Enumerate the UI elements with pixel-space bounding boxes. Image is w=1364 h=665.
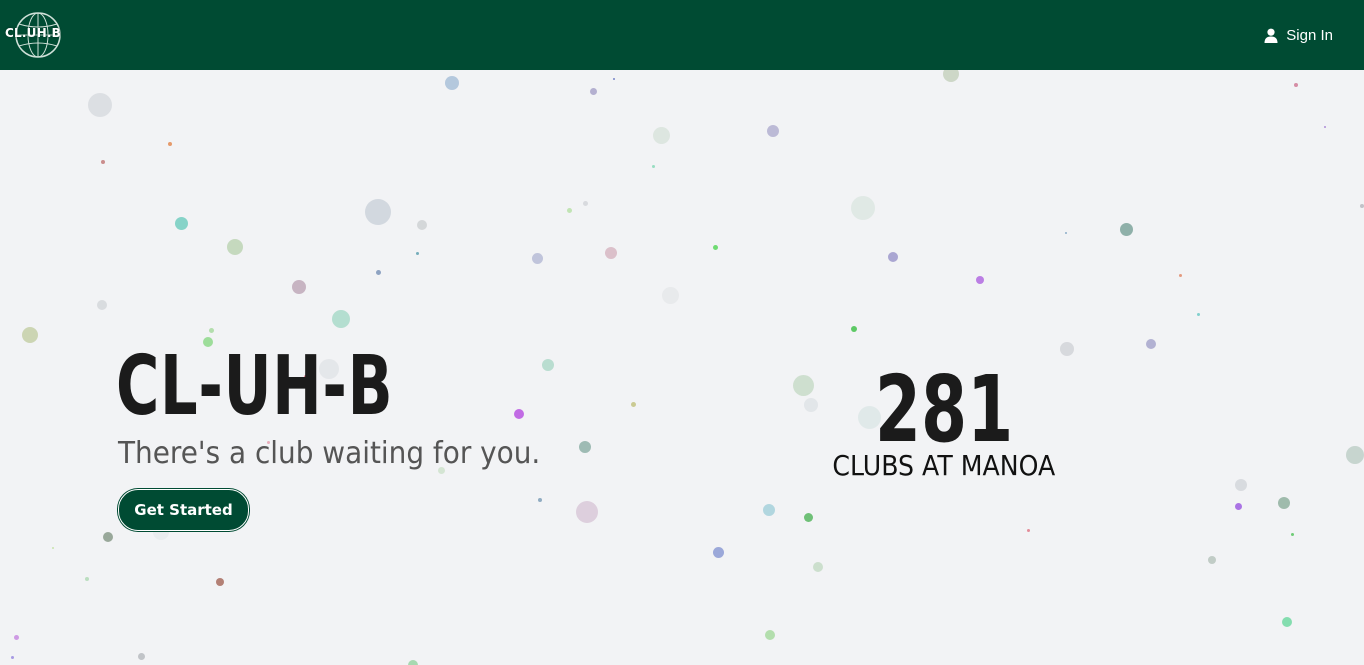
decorative-bubble xyxy=(514,409,524,419)
decorative-bubble xyxy=(1119,222,1133,236)
user-icon xyxy=(1264,28,1278,43)
decorative-bubble xyxy=(566,207,572,213)
decorative-bubble xyxy=(10,655,14,659)
decorative-bubble xyxy=(103,532,113,542)
sign-in-label: Sign In xyxy=(1286,26,1333,44)
decorative-bubble xyxy=(582,200,588,206)
decorative-bubble xyxy=(767,125,779,137)
decorative-bubble xyxy=(943,70,959,82)
club-count-label: CLUBS AT MANOA xyxy=(788,449,1100,482)
decorative-bubble xyxy=(168,142,172,146)
decorative-bubble xyxy=(579,441,591,453)
decorative-bubble xyxy=(1208,556,1216,564)
club-count-value: 281 xyxy=(874,356,1014,463)
decorative-bubble xyxy=(1294,83,1298,87)
decorative-bubble xyxy=(712,546,724,558)
decorative-bubble xyxy=(208,327,214,333)
decorative-bubble xyxy=(417,220,427,230)
club-count: 281 xyxy=(840,360,1048,460)
decorative-bubble xyxy=(1290,532,1294,536)
hero-title: CL-UH-B xyxy=(116,339,394,434)
sign-in-button[interactable]: Sign In xyxy=(1264,24,1333,46)
decorative-bubble xyxy=(174,216,188,230)
decorative-bubble xyxy=(97,300,107,310)
decorative-bubble xyxy=(1278,497,1290,509)
decorative-bubble xyxy=(630,401,636,407)
decorative-bubble xyxy=(1235,479,1247,491)
decorative-bubble xyxy=(1146,339,1156,349)
decorative-bubble xyxy=(813,562,823,572)
decorative-bubble xyxy=(538,498,542,502)
decorative-bubble xyxy=(851,326,857,332)
decorative-bubble xyxy=(661,286,679,304)
decorative-bubble xyxy=(976,276,984,284)
decorative-bubble xyxy=(52,547,54,549)
decorative-bubble xyxy=(445,76,459,90)
decorative-bubble xyxy=(1060,342,1074,356)
decorative-bubble xyxy=(576,501,598,523)
decorative-bubble xyxy=(365,199,391,225)
decorative-bubble xyxy=(613,78,615,80)
decorative-bubble xyxy=(227,239,243,255)
decorative-bubble xyxy=(652,126,670,144)
decorative-bubble xyxy=(712,244,718,250)
decorative-bubble xyxy=(804,398,818,412)
decorative-bubble xyxy=(216,578,224,586)
decorative-bubble xyxy=(605,247,617,259)
decorative-bubble xyxy=(542,359,554,371)
hero-subtitle: There's a club waiting for you. xyxy=(118,436,541,471)
decorative-bubble xyxy=(1282,617,1292,627)
decorative-bubble xyxy=(13,634,19,640)
club-count-label-text: CLUBS AT MANOA xyxy=(832,449,1056,482)
decorative-bubble xyxy=(332,310,350,328)
decorative-bubble xyxy=(375,269,381,275)
decorative-bubble xyxy=(1178,273,1182,277)
decorative-bubble xyxy=(292,280,306,294)
navbar: CL.UH.B Sign In xyxy=(0,0,1364,70)
decorative-bubble xyxy=(1346,446,1364,464)
decorative-bubble xyxy=(531,252,543,264)
decorative-bubble xyxy=(1234,502,1242,510)
decorative-bubble xyxy=(765,630,775,640)
decorative-bubble xyxy=(792,374,814,396)
decorative-bubble xyxy=(22,327,38,343)
logo[interactable]: CL.UH.B xyxy=(2,10,62,60)
decorative-bubble xyxy=(137,652,145,660)
logo-text: CL.UH.B xyxy=(5,26,61,40)
decorative-bubble xyxy=(1065,232,1067,234)
decorative-bubble xyxy=(415,251,419,255)
decorative-bubble xyxy=(803,512,813,522)
decorative-bubble xyxy=(851,196,875,220)
decorative-bubble xyxy=(1196,312,1200,316)
decorative-bubble xyxy=(589,87,597,95)
decorative-bubble xyxy=(85,577,89,581)
decorative-bubble xyxy=(408,660,418,665)
decorative-bubble xyxy=(88,93,112,117)
get-started-button[interactable]: Get Started xyxy=(118,489,249,531)
decorative-bubble xyxy=(1324,126,1326,128)
decorative-bubble xyxy=(888,252,898,262)
decorative-bubble xyxy=(1026,528,1030,532)
decorative-bubble xyxy=(101,160,105,164)
decorative-bubble xyxy=(651,164,655,168)
decorative-bubble xyxy=(763,504,775,516)
decorative-bubble xyxy=(1360,204,1364,208)
